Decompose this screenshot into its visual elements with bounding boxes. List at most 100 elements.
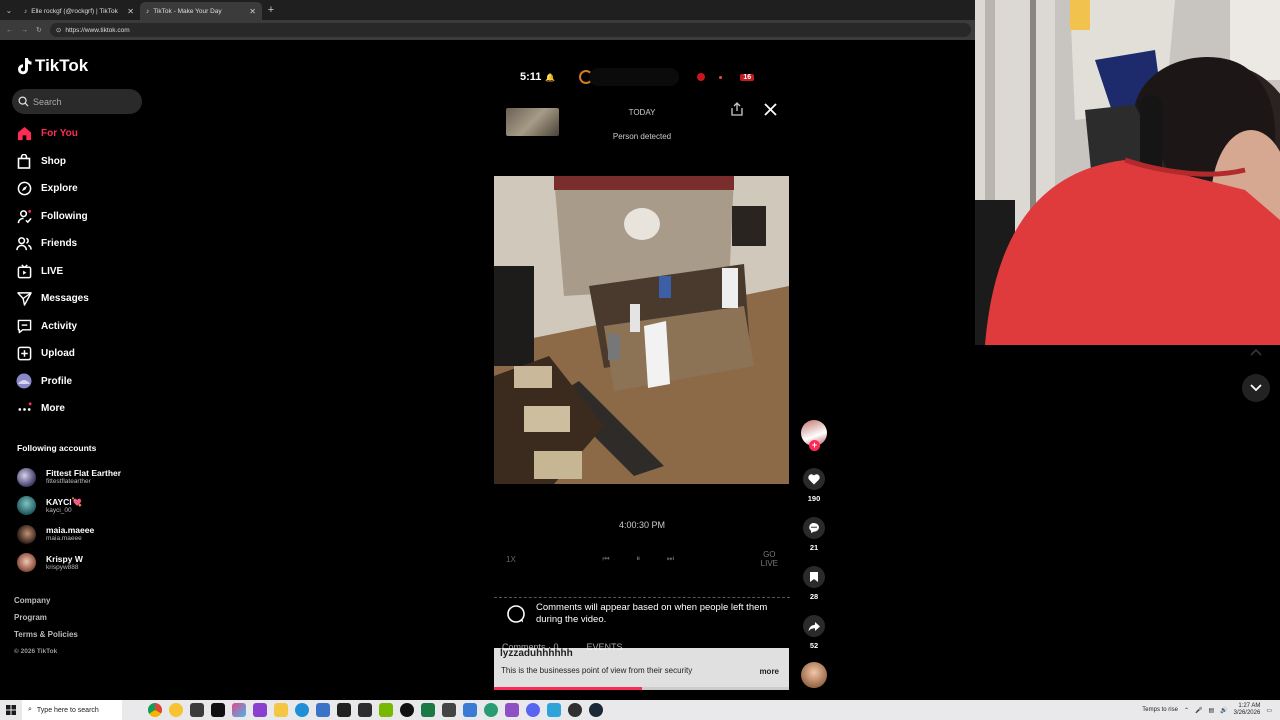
close-tab-icon[interactable]: ✕: [127, 7, 134, 16]
browser-tab-bar: ⌄ ♪ Elle rockgf (@rockgrf) | TikTok ✕ ♪ …: [0, 0, 975, 20]
browser-tab[interactable]: ♪ Elle rockgf (@rockgrf) | TikTok ✕: [18, 2, 140, 20]
file-explorer-icon[interactable]: [274, 703, 288, 717]
caption-overlay: lyzzaduhhhhhh This is the businesses poi…: [494, 648, 789, 690]
windows-start-icon[interactable]: [0, 700, 22, 720]
search-input[interactable]: Search: [12, 89, 142, 114]
reload-icon[interactable]: ↻: [36, 26, 42, 34]
nav-item-for-you[interactable]: For You: [16, 120, 89, 148]
forward-icon[interactable]: →: [21, 27, 28, 34]
volume-icon[interactable]: 🔊: [1220, 707, 1227, 714]
footer-link-program[interactable]: Program: [14, 613, 78, 630]
tab-menu-icon[interactable]: ⌄: [0, 0, 18, 20]
footer-link-terms[interactable]: Terms & Policies: [14, 630, 78, 647]
previous-video-button[interactable]: [1242, 338, 1270, 366]
comment-button[interactable]: 21: [800, 517, 828, 552]
account-item[interactable]: KAYCI💘 kayci_00: [17, 492, 121, 521]
camera-timestamp: 4:00:30 PM: [618, 520, 666, 530]
taskbar-search[interactable]: ⌕ Type here to search: [22, 700, 122, 720]
media-app-icon[interactable]: [169, 703, 183, 717]
skip-forward-icon[interactable]: ⏭: [667, 554, 674, 564]
sheet-app-icon[interactable]: [421, 703, 435, 717]
tray-chevron-icon[interactable]: ⌃: [1184, 707, 1189, 714]
editor-app-icon[interactable]: [358, 703, 372, 717]
account-item[interactable]: Krispy W krispyw888: [17, 549, 121, 578]
nav-item-upload[interactable]: Upload: [16, 340, 89, 368]
music-disc-icon[interactable]: [801, 662, 827, 688]
clock[interactable]: 1:27 AM 3/26/2026: [1234, 703, 1261, 717]
video-player[interactable]: 5:11 🔔 16 TODAY Person detected 4:00:30 …: [494, 58, 790, 690]
like-button[interactable]: 190: [800, 468, 828, 503]
account-item[interactable]: maia.maeee maia.maeee: [17, 520, 121, 549]
video-progress-fill: [494, 687, 642, 690]
chrome-icon[interactable]: [148, 703, 162, 717]
nav-item-shop[interactable]: Shop: [16, 148, 89, 176]
obs-icon[interactable]: [568, 703, 582, 717]
steam-icon[interactable]: [589, 703, 603, 717]
close-icon[interactable]: [764, 103, 777, 116]
taskbar: ⌕ Type here to search Temps to rise ⌃ 🎤 …: [0, 700, 1280, 720]
site-info-icon[interactable]: ⊙: [56, 26, 61, 34]
profile-icon: [16, 373, 32, 389]
new-tab-icon[interactable]: +: [262, 4, 280, 16]
discord-icon[interactable]: [526, 703, 540, 717]
weather-text[interactable]: Temps to rise: [1142, 707, 1178, 713]
speed-button[interactable]: 1X: [506, 555, 516, 564]
nav-item-following[interactable]: Following: [16, 203, 89, 231]
edge-icon[interactable]: [295, 703, 309, 717]
account-item[interactable]: Fittest Flat Earther fittestflatearther: [17, 463, 121, 492]
snip-app-icon[interactable]: [547, 703, 561, 717]
feed-navigation: [1242, 338, 1270, 410]
nav-item-more[interactable]: More: [16, 395, 89, 423]
video-progress-bar[interactable]: [494, 687, 789, 690]
notifications-icon[interactable]: ▭: [1266, 707, 1272, 714]
browser-tab-active[interactable]: ♪ TikTok - Make Your Day ✕: [140, 2, 262, 20]
share-button[interactable]: 52: [800, 615, 828, 650]
game-app-icon[interactable]: [337, 703, 351, 717]
streaming-app-icon[interactable]: [211, 703, 225, 717]
share-icon[interactable]: [730, 102, 744, 116]
event-timeline[interactable]: [494, 594, 790, 598]
nvidia-icon[interactable]: [379, 703, 393, 717]
search-icon: [18, 96, 29, 107]
video-author[interactable]: lyzzaduhhhhhh: [500, 648, 573, 659]
skip-back-icon[interactable]: ⏮: [602, 554, 609, 564]
windows-app-icon[interactable]: [316, 703, 330, 717]
footer-link-company[interactable]: Company: [14, 596, 78, 613]
event-thumbnail[interactable]: [506, 108, 559, 136]
main-nav: For You Shop Explore Following Friends L…: [16, 120, 89, 423]
bookmark-icon: [803, 566, 825, 588]
nav-item-live[interactable]: LIVE: [16, 258, 89, 286]
webcam-overlay: [975, 0, 1280, 345]
creator-avatar[interactable]: +: [801, 420, 827, 451]
next-video-button[interactable]: [1242, 374, 1270, 402]
follow-plus-icon[interactable]: +: [809, 440, 820, 451]
account-handle: krispyw888: [46, 563, 79, 571]
task-view-icon[interactable]: [190, 703, 204, 717]
nav-item-messages[interactable]: Messages: [16, 285, 89, 313]
chevron-down-icon: [1250, 384, 1262, 392]
nav-item-friends[interactable]: Friends: [16, 230, 89, 258]
more-button[interactable]: more: [759, 667, 779, 676]
url-field[interactable]: ⊙ https://www.tiktok.com: [49, 23, 971, 37]
github-icon[interactable]: [400, 703, 414, 717]
nav-item-profile[interactable]: Profile: [16, 368, 89, 396]
close-tab-icon[interactable]: ✕: [249, 7, 256, 16]
tiktok-logo[interactable]: TikTok: [16, 56, 88, 76]
calculator-icon[interactable]: [442, 703, 456, 717]
nav-item-activity[interactable]: Activity: [16, 313, 89, 341]
color-app-icon[interactable]: [232, 703, 246, 717]
microphone-icon[interactable]: 🎤: [1195, 707, 1202, 714]
photo-app-icon[interactable]: [505, 703, 519, 717]
save-button[interactable]: 28: [800, 566, 828, 601]
nav-label: Messages: [41, 293, 89, 305]
chrome-alt-icon[interactable]: [484, 703, 498, 717]
pause-icon[interactable]: ⏸: [636, 554, 640, 564]
back-icon[interactable]: ←: [6, 27, 13, 34]
nav-item-explore[interactable]: Explore: [16, 175, 89, 203]
event-label: Person detected: [612, 132, 672, 141]
word-app-icon[interactable]: [463, 703, 477, 717]
network-icon[interactable]: ▤: [1208, 707, 1214, 714]
comment-notice-text: Comments will appear based on when peopl…: [536, 602, 768, 625]
purple-app-icon[interactable]: [253, 703, 267, 717]
go-live-button[interactable]: GO LIVE: [761, 550, 778, 568]
